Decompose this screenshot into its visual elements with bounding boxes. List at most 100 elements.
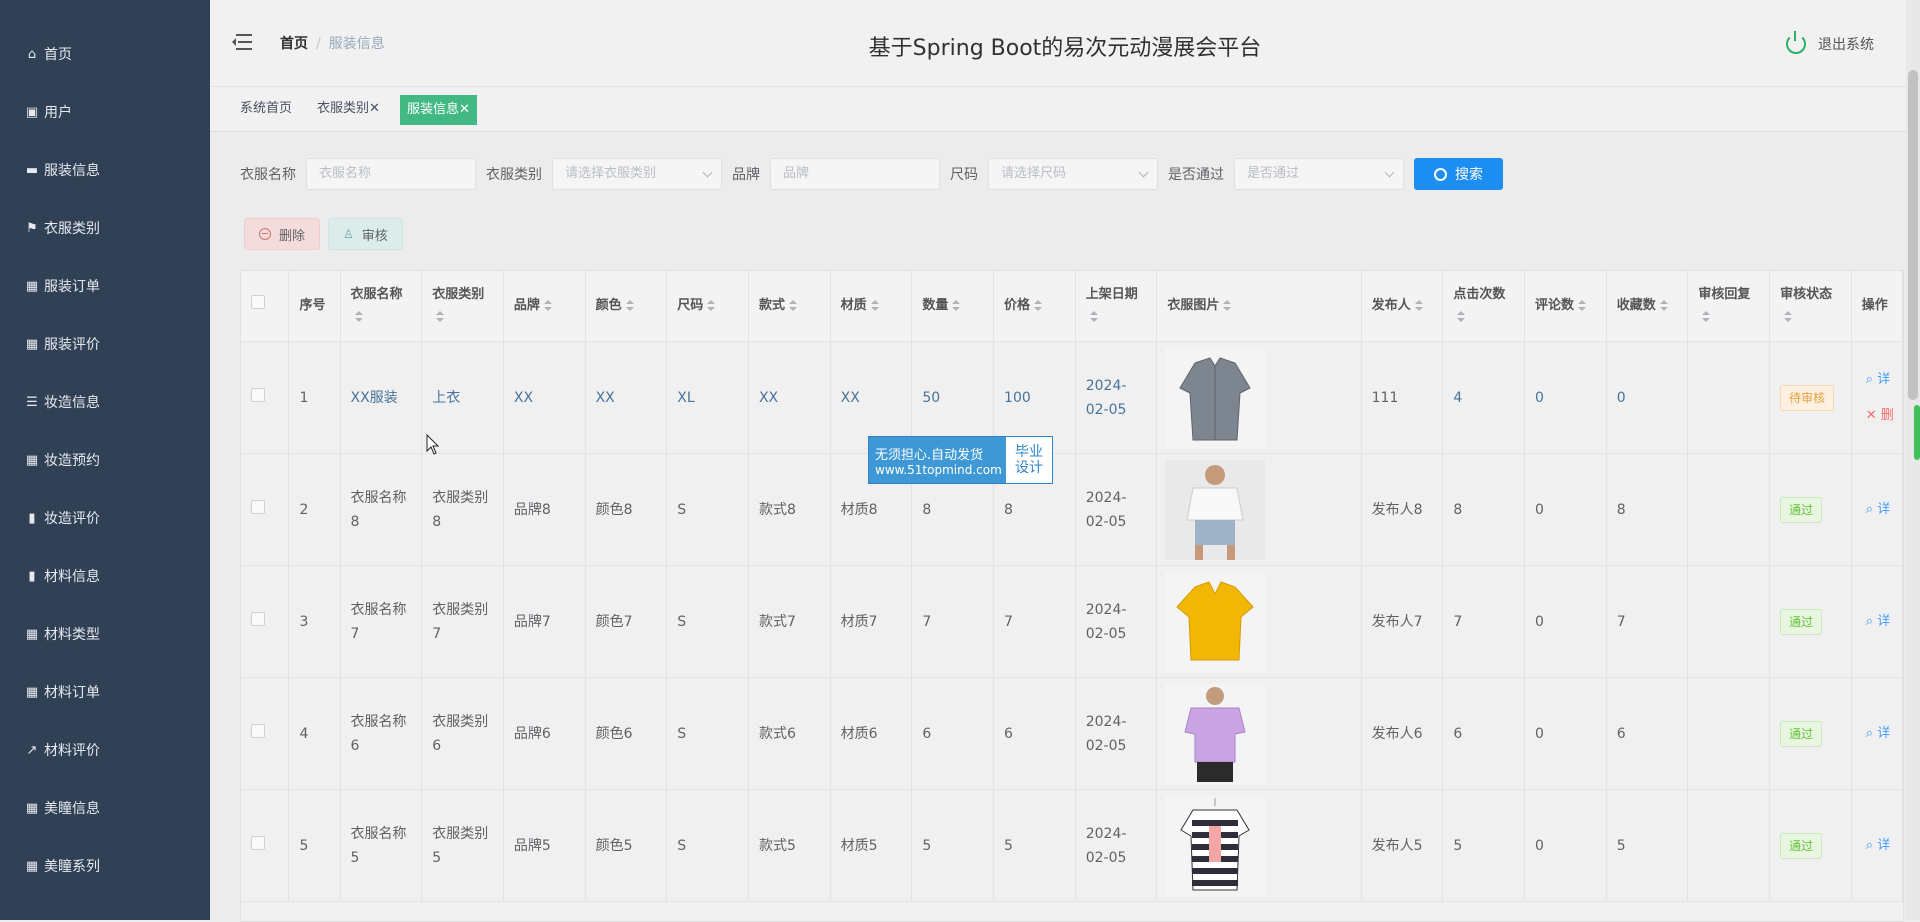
sort-caret-icon[interactable] [436,310,445,323]
sidebar-item[interactable]: ▦ 服装评价 [0,315,210,373]
sidebar-item[interactable]: ⌂ 首页 [0,25,210,83]
column-header[interactable]: 品牌 [503,271,586,342]
table-row[interactable]: 1 XX服装 上衣 XX XX XL XX XX 50 100 2024-02-05 111 4 0 0 待审… [241,341,1903,454]
column-header[interactable]: 操作 [1851,271,1903,342]
column-header[interactable]: 上架日期 [1075,271,1158,342]
tag-clothing-category[interactable]: 衣服类别✕ [311,95,386,123]
sort-caret-icon[interactable] [1457,310,1466,323]
sidebar-item[interactable]: ▦ 妆造预约 [0,431,210,489]
column-header[interactable]: 衣服图片 [1156,271,1362,342]
sort-caret-icon[interactable] [707,299,716,312]
cell-comments: 0 [1524,565,1607,678]
sidebar-item-label: 妆造预约 [44,453,100,469]
column-header[interactable]: 收藏数 [1606,271,1689,342]
column-header[interactable]: 材质 [830,271,913,342]
close-icon[interactable]: ✕ [459,102,470,117]
sidebar-item[interactable]: ☰ 妆造信息 [0,373,210,431]
row-checkbox[interactable] [251,835,265,850]
cell-publisher: 发布人8 [1361,453,1444,566]
column-header[interactable]: 点击次数 [1442,271,1526,342]
approved-select[interactable]: 是否通过 [1234,158,1404,190]
table-row[interactable]: 4 衣服名称6 衣服类别6 品牌6 颜色6 S 款式6 材质6 6 6 2024-02-05 发布人6… [241,677,1903,790]
sidebar-item-label: 服装信息 [44,163,100,179]
column-header[interactable]: 尺码 [666,271,749,342]
sort-caret-icon[interactable] [625,299,634,312]
sidebar-item[interactable]: ↗ 材料评价 [0,721,210,779]
cell-size: S [666,565,749,678]
row-checkbox[interactable] [251,723,265,738]
detail-button[interactable]: ⌕ 详 [1866,723,1902,745]
sort-caret-icon[interactable] [1659,299,1668,312]
sort-caret-icon[interactable] [788,299,797,312]
search-icon: ⌕ [1865,501,1878,517]
column-header[interactable]: 审核状态 [1769,271,1852,342]
detail-button[interactable]: ⌕ 详 [1866,611,1902,633]
sidebar-item[interactable]: ▦ 服装订单 [0,257,210,315]
sort-caret-icon[interactable] [354,310,363,323]
brand-label: 品牌 [732,167,760,183]
column-header[interactable]: 价格 [993,271,1076,342]
bar-chart-icon: ▮ [28,568,36,584]
column-header[interactable]: 发布人 [1361,271,1444,342]
column-header[interactable]: 颜色 [585,271,668,342]
sidebar-item[interactable]: ▮ 材料信息 [0,547,210,605]
sidebar-item[interactable]: ▦ 美瞳系列 [0,837,210,895]
cell-material: 材质6 [830,677,913,790]
column-header[interactable]: 审核回复 [1687,271,1771,342]
size-select[interactable]: 请选择尺码 [988,158,1158,190]
column-header[interactable]: 衣服类别 [421,271,504,342]
row-checkbox[interactable] [251,611,265,626]
column-header[interactable]: 数量 [911,271,995,342]
tag-label: 服装信息 [407,102,460,117]
detail-button[interactable]: ⌕ 详 [1866,499,1902,521]
tag-label: 衣服类别 [317,101,370,116]
sidebar-item[interactable]: ▮ 妆造评价 [0,489,210,547]
logout-button[interactable]: 退出系统 [1786,31,1874,54]
audit-button[interactable]: ♙ 审核 [328,218,403,250]
page-scrollbar[interactable] [1906,0,1920,920]
close-icon[interactable]: ✕ [369,101,380,116]
cell-category: 衣服类别6 [421,677,504,790]
column-header[interactable]: 款式 [748,271,831,342]
detail-button[interactable]: ⌕ 详 [1866,369,1902,391]
detail-button[interactable]: ⌕ 详 [1866,835,1902,857]
tag-clothing-info[interactable]: 服装信息✕ [400,95,477,125]
sort-caret-icon[interactable] [543,299,552,312]
sort-caret-icon[interactable] [1414,299,1423,312]
table-row[interactable]: 3 衣服名称7 衣服类别7 品牌7 颜色7 S 款式7 材质7 7 7 2024-02-05 发布人7… [241,565,1903,678]
delete-button[interactable]: 删除 [244,218,321,250]
search-button[interactable]: 搜索 [1414,158,1503,190]
column-header[interactable]: 序号 [288,271,341,342]
row-checkbox[interactable] [251,387,265,402]
sidebar-item[interactable]: ▦ 材料订单 [0,663,210,721]
line-chart-icon: ↗ [26,742,38,758]
row-checkbox[interactable] [251,499,265,514]
column-header[interactable]: 评论数 [1524,271,1607,342]
sidebar-item[interactable]: ▦ 美瞳信息 [0,779,210,837]
category-select[interactable]: 请选择衣服类别 [552,158,722,190]
sort-caret-icon[interactable] [1784,310,1793,323]
name-input[interactable]: 衣服名称 [306,158,476,190]
delete-row-button[interactable]: ✕ 删 [1866,405,1902,427]
column-header[interactable]: 衣服名称 [340,271,423,342]
brand-input[interactable]: 品牌 [770,158,940,190]
sidebar-item[interactable]: ⚑ 衣服类别 [0,199,210,257]
scrollbar-thumb[interactable] [1908,70,1918,400]
select-all-checkbox[interactable] [251,295,265,309]
sort-caret-icon[interactable] [1702,310,1711,323]
sort-caret-icon[interactable] [1578,299,1587,312]
tag-system-home[interactable]: 系统首页 [234,95,298,123]
sidebar-item[interactable]: ▬ 服装信息 [0,141,210,199]
cell-ops: ⌕ 详 [1851,677,1903,790]
table-row[interactable]: 2 衣服名称8 衣服类别8 品牌8 颜色8 S 款式8 材质8 8 8 2024-02-05 发布人8… [241,453,1903,566]
sidebar-item[interactable]: ▦ 材料类型 [0,605,210,663]
sidebar-item[interactable]: ▣ 用户 [0,83,210,141]
column-header-label: 衣服类别 [432,287,485,302]
sort-caret-icon[interactable] [1034,299,1043,312]
cell-publisher: 发布人5 [1361,789,1444,902]
sort-caret-icon[interactable] [1089,310,1098,323]
sort-caret-icon[interactable] [1223,299,1232,312]
table-row[interactable]: 5 衣服名称5 衣服类别5 品牌5 颜色5 S 款式5 材质5 5 5 2024-02-05 发布人5… [241,789,1903,902]
sort-caret-icon[interactable] [870,299,879,312]
sort-caret-icon[interactable] [952,299,961,312]
